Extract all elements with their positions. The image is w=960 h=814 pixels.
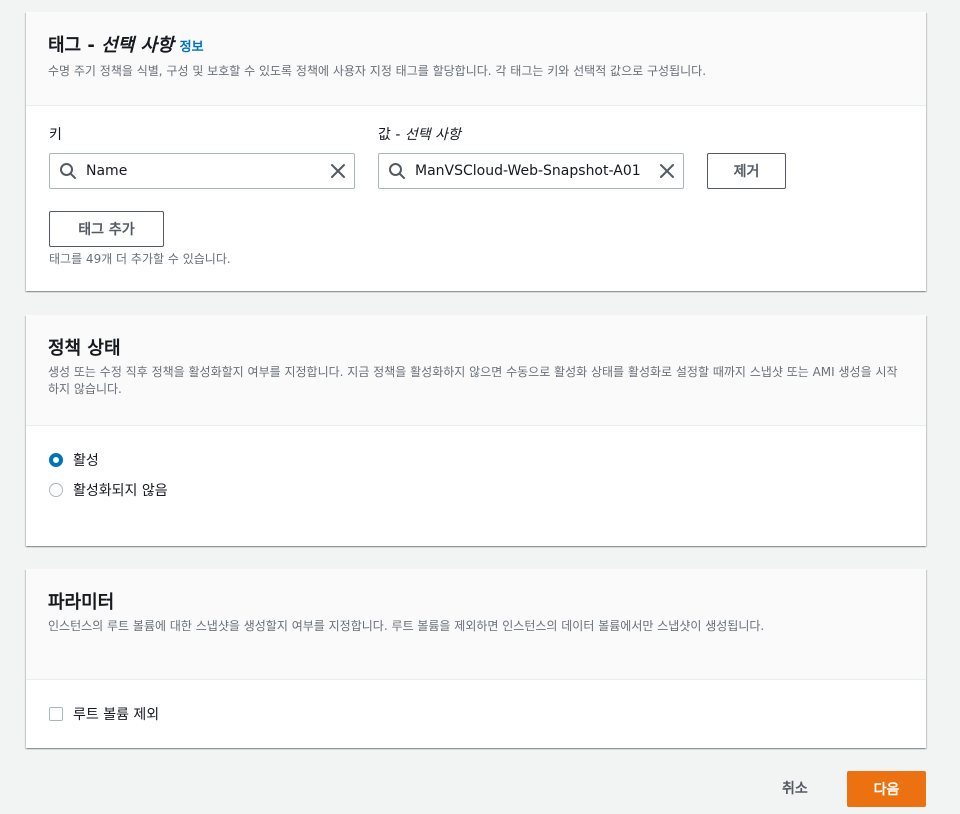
cancel-button[interactable]: 취소 <box>782 778 808 798</box>
key-label: 키 <box>49 127 62 143</box>
tags-remaining-hint: 태그를 49개 더 추가할 수 있습니다. <box>49 252 231 266</box>
parameters-header: 파라미터 인스턴스의 루트 볼륨에 대한 스냅샷을 생성할지 여부를 지정합니다… <box>26 569 926 680</box>
exclude-root-volume-checkbox[interactable] <box>49 707 63 721</box>
tag-key-value: Name <box>86 163 128 179</box>
policy-status-description: 생성 또는 수정 직후 정책을 활성화할지 여부를 지정합니다. 지금 정책을 … <box>48 365 898 396</box>
remove-tag-button[interactable]: 제거 <box>707 153 786 189</box>
radio-disabled-control[interactable] <box>49 483 63 497</box>
search-icon <box>389 163 405 179</box>
tags-title: 태그 - 선택 사항 정보 <box>48 35 204 56</box>
info-link[interactable]: 정보 <box>180 40 204 55</box>
add-tag-button[interactable]: 태그 추가 <box>49 211 164 247</box>
exclude-root-volume-label: 루트 볼륨 제외 <box>73 707 160 723</box>
parameters-title: 파라미터 <box>48 592 115 613</box>
tags-panel: 태그 - 선택 사항 정보 수명 주기 정책을 식별, 구성 및 보호할 수 있도… <box>26 12 926 291</box>
tag-value-value: ManVSCloud-Web-Snapshot-A01 <box>415 163 641 179</box>
tag-value-input[interactable]: ManVSCloud-Web-Snapshot-A01 <box>378 153 684 189</box>
close-icon[interactable] <box>330 163 346 179</box>
policy-status-header: 정책 상태 생성 또는 수정 직후 정책을 활성화할지 여부를 지정합니다. 지… <box>26 315 926 426</box>
policy-status-title: 정책 상태 <box>48 338 121 359</box>
radio-disabled-label: 활성화되지 않음 <box>73 483 168 499</box>
tags-panel-header: 태그 - 선택 사항 정보 수명 주기 정책을 식별, 구성 및 보호할 수 있도… <box>26 12 926 106</box>
next-button[interactable]: 다음 <box>847 771 926 807</box>
tag-key-input[interactable]: Name <box>49 153 355 189</box>
radio-enabled-label: 활성 <box>73 453 99 469</box>
search-icon <box>60 163 76 179</box>
exclude-root-volume[interactable]: 루트 볼륨 제외 <box>49 704 159 724</box>
value-label: 값 - 선택 사항 <box>378 127 461 143</box>
radio-disabled[interactable]: 활성화되지 않음 <box>49 480 168 500</box>
close-icon[interactable] <box>659 163 675 179</box>
policy-status-panel: 정책 상태 생성 또는 수정 직후 정책을 활성화할지 여부를 지정합니다. 지… <box>26 315 926 546</box>
radio-enabled-control[interactable] <box>49 453 63 467</box>
radio-enabled[interactable]: 활성 <box>49 450 99 470</box>
tags-description: 수명 주기 정책을 식별, 구성 및 보호할 수 있도록 정책에 사용자 지정 … <box>48 64 707 78</box>
parameters-panel: 파라미터 인스턴스의 루트 볼륨에 대한 스냅샷을 생성할지 여부를 지정합니다… <box>26 569 926 748</box>
parameters-description: 인스턴스의 루트 볼륨에 대한 스냅샷을 생성할지 여부를 지정합니다. 루트 … <box>48 619 765 633</box>
